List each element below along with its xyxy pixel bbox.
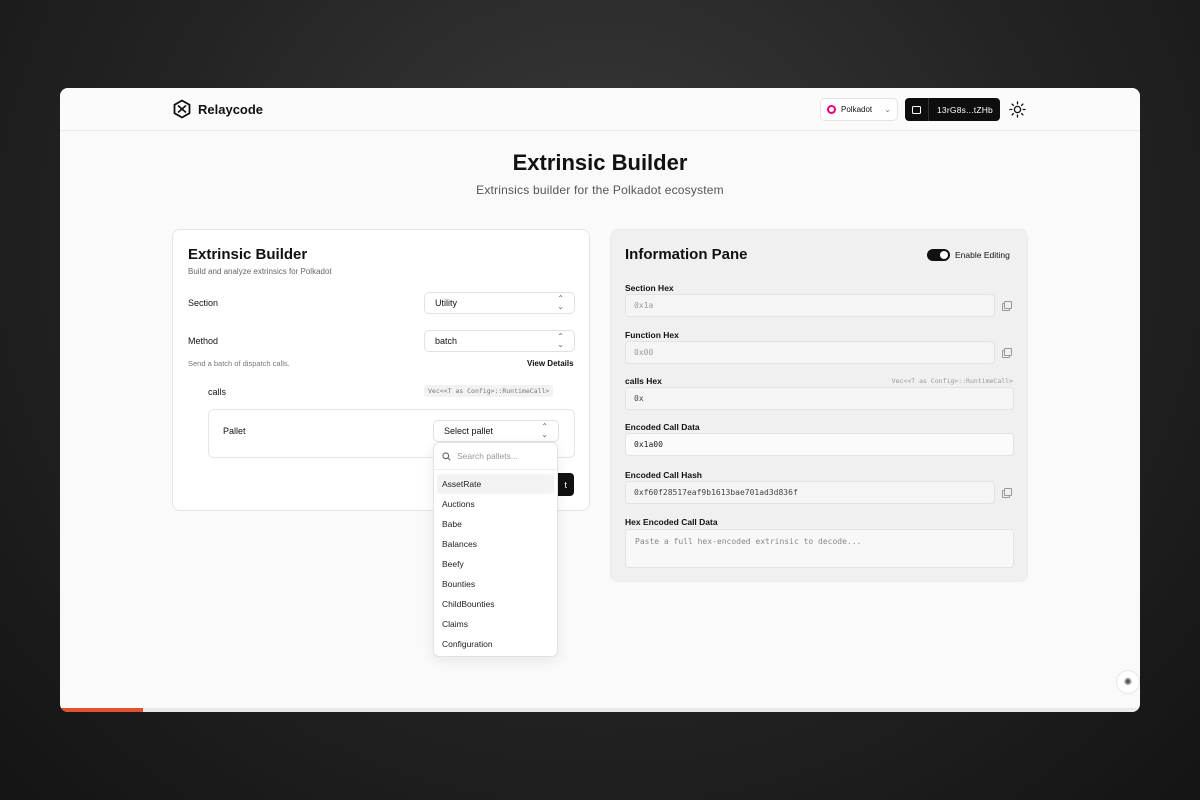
section-label: Section bbox=[188, 298, 219, 308]
encoded-call-data-field[interactable]: 0x1a00 bbox=[625, 433, 1014, 456]
app-window: Relaycode Polkadot ⌄ 13rG8s...tZHb Extri… bbox=[60, 88, 1140, 712]
pallet-search-bar bbox=[434, 443, 557, 470]
relaycode-logo-icon bbox=[173, 99, 191, 119]
copy-icon[interactable] bbox=[1002, 348, 1012, 358]
section-hex-label: Section Hex bbox=[625, 283, 674, 293]
method-select[interactable]: batch ⌃ ⌄ bbox=[424, 330, 575, 352]
chevron-updown-icon: ⌃ ⌄ bbox=[557, 332, 564, 349]
pallet-option[interactable]: Configuration bbox=[434, 634, 557, 654]
view-details-link[interactable]: View Details bbox=[527, 359, 574, 368]
copy-icon[interactable] bbox=[1002, 488, 1012, 498]
pallet-search-input[interactable] bbox=[457, 451, 547, 461]
account-address: 13rG8s...tZHb bbox=[937, 104, 993, 115]
function-hex-field[interactable]: 0x00 bbox=[625, 341, 995, 364]
information-pane-card: Information Pane Enable Editing Section … bbox=[610, 229, 1028, 582]
copy-icon[interactable] bbox=[1002, 301, 1012, 311]
enable-editing-toggle[interactable] bbox=[927, 249, 950, 261]
pallet-option[interactable]: ChildBounties bbox=[434, 594, 557, 614]
pallet-label: Pallet bbox=[223, 426, 246, 436]
calls-hex-field[interactable]: 0x bbox=[625, 387, 1014, 410]
chevron-updown-icon: ⌃ ⌄ bbox=[557, 294, 564, 311]
info-pane-title: Information Pane bbox=[625, 246, 748, 263]
method-value: batch bbox=[435, 336, 458, 346]
brand-logo[interactable]: Relaycode bbox=[172, 99, 263, 119]
method-label: Method bbox=[188, 336, 219, 346]
submit-label: t bbox=[564, 479, 567, 490]
chevron-updown-icon: ⌃ ⌄ bbox=[541, 422, 548, 439]
calls-hex-type: Vec<<T as Config>::RuntimeCall> bbox=[891, 377, 1013, 385]
pallet-option[interactable]: Balances bbox=[434, 534, 557, 554]
pallet-option[interactable]: Claims bbox=[434, 614, 557, 634]
top-navbar: Relaycode Polkadot ⌄ 13rG8s...tZHb bbox=[60, 88, 1140, 131]
search-icon bbox=[442, 451, 451, 461]
section-select[interactable]: Utility ⌃ ⌄ bbox=[424, 292, 575, 314]
page-progress-fill bbox=[60, 708, 144, 712]
hex-encoded-call-data-input[interactable] bbox=[625, 529, 1014, 568]
pallet-option[interactable]: Beefy bbox=[434, 554, 557, 574]
brand-name: Relaycode bbox=[198, 101, 264, 117]
chevron-down-icon: ⌄ bbox=[884, 105, 891, 114]
brain-icon[interactable]: ✺ bbox=[1116, 670, 1140, 694]
pallet-option[interactable]: AssetRate bbox=[437, 474, 554, 494]
enable-editing-control[interactable]: Enable Editing bbox=[927, 249, 1010, 261]
enable-editing-label: Enable Editing bbox=[955, 250, 1010, 260]
calls-label: calls bbox=[208, 387, 227, 397]
wallet-icon bbox=[905, 98, 929, 121]
pallet-dropdown: AssetRate Auctions Babe Balances Beefy B… bbox=[433, 442, 558, 657]
account-button[interactable]: 13rG8s...tZHb bbox=[905, 98, 1000, 121]
builder-title: Extrinsic Builder bbox=[188, 246, 308, 263]
pallet-option[interactable]: Bounties bbox=[434, 574, 557, 594]
method-hint: Send a batch of dispatch calls. bbox=[188, 359, 290, 368]
builder-description: Build and analyze extrinsics for Polkado… bbox=[188, 267, 332, 276]
encoded-call-data-label: Encoded Call Data bbox=[625, 422, 700, 432]
sun-icon[interactable] bbox=[1009, 101, 1026, 118]
calls-hex-label: calls Hex bbox=[625, 376, 662, 386]
function-hex-label: Function Hex bbox=[625, 330, 679, 340]
pallet-placeholder: Select pallet bbox=[444, 426, 494, 436]
pallet-list: AssetRate Auctions Babe Balances Beefy B… bbox=[434, 470, 557, 654]
page-title: Extrinsic Builder bbox=[512, 150, 688, 175]
encoded-call-hash-field[interactable]: 0xf60f28517eaf9b1613bae701ad3d836f bbox=[625, 481, 995, 504]
section-value: Utility bbox=[435, 298, 457, 308]
section-hex-field[interactable]: 0x1a bbox=[625, 294, 995, 317]
page-progress-bar bbox=[60, 708, 1140, 712]
network-select[interactable]: Polkadot ⌄ bbox=[820, 98, 898, 121]
polkadot-icon bbox=[827, 105, 836, 114]
calls-type-tag: Vec<<T as Config>::RuntimeCall> bbox=[424, 385, 554, 397]
pallet-option[interactable]: Auctions bbox=[434, 494, 557, 514]
page-subtitle: Extrinsics builder for the Polkadot ecos… bbox=[476, 183, 724, 197]
encoded-call-hash-label: Encoded Call Hash bbox=[625, 470, 702, 480]
hex-encoded-call-data-label: Hex Encoded Call Data bbox=[625, 517, 718, 527]
network-name: Polkadot bbox=[841, 105, 873, 114]
pallet-select[interactable]: Select pallet ⌃ ⌄ bbox=[433, 420, 559, 442]
pallet-option[interactable]: Babe bbox=[434, 514, 557, 534]
